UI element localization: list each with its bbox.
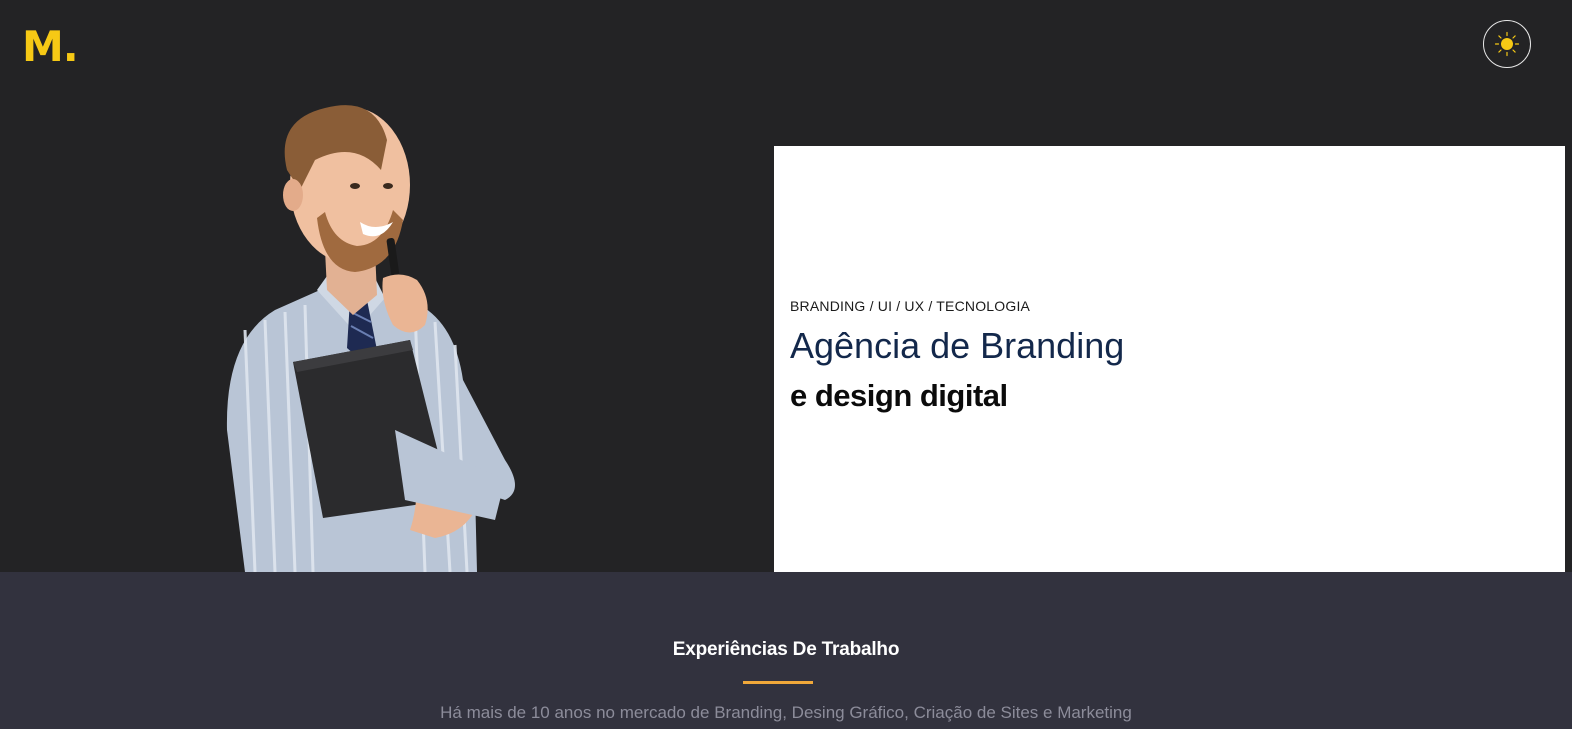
hero-subtitle: e design digital bbox=[790, 378, 1008, 413]
hero-section: BRANDING / UI / UX / TECNOLOGIA Agência … bbox=[0, 0, 1572, 572]
page: BRANDING / UI / UX / TECNOLOGIA Agência … bbox=[0, 0, 1572, 729]
hero-tags: BRANDING / UI / UX / TECNOLOGIA bbox=[790, 298, 1031, 314]
hero-title: Agência de Branding bbox=[790, 325, 1125, 366]
experience-title-underline bbox=[743, 681, 813, 684]
hero-text-card: BRANDING / UI / UX / TECNOLOGIA Agência … bbox=[774, 146, 1565, 572]
experience-description: Há mais de 10 anos no mercado de Brandin… bbox=[440, 703, 1132, 722]
sun-icon bbox=[1494, 31, 1520, 57]
site-logo[interactable]: M. bbox=[22, 24, 79, 70]
experience-section: Experiências De Trabalho Há mais de 10 a… bbox=[0, 572, 1572, 729]
theme-toggle-button[interactable] bbox=[1483, 20, 1531, 68]
experience-title: Experiências De Trabalho bbox=[672, 639, 900, 660]
hero-person-image bbox=[226, 105, 515, 572]
